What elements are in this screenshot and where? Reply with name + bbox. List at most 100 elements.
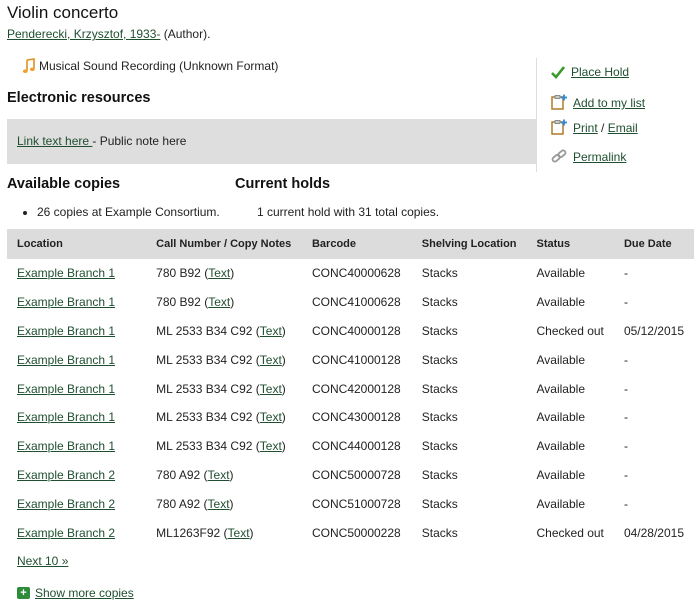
- row-barcode: CONC50000228: [311, 525, 401, 540]
- row-location: Example Branch 1: [7, 432, 146, 461]
- call-number: ML 2533 B34 C92: [156, 439, 253, 454]
- format-line: Musical Sound Recording (Unknown Format): [22, 58, 278, 74]
- table-row: Example Branch 2 780 A92 (Text) CONC510007…: [7, 489, 694, 518]
- table-row: Example Branch 2 ML1263F92 (Text) CONC5000…: [7, 518, 694, 547]
- record-title: Violin concerto: [7, 3, 119, 22]
- row-call-number: ML 2533 B34 C92 (Text): [156, 439, 286, 454]
- row-due-date: -: [623, 410, 628, 425]
- public-note: - Public note here: [92, 134, 187, 148]
- col-due-date: Due Date: [613, 229, 694, 259]
- table-row: Example Branch 1 ML 2533 B34 C92 (Text) CO…: [7, 345, 694, 374]
- location-link[interactable]: Example Branch 1: [17, 266, 115, 280]
- row-barcode: CONC41000628: [311, 295, 401, 310]
- row-call-number: ML 2533 B34 C92 (Text): [156, 352, 286, 367]
- row-status: Available: [536, 266, 585, 281]
- call-number: 780 A92: [156, 496, 201, 511]
- plus-icon: +: [17, 587, 30, 599]
- row-barcode: CONC51000728: [311, 496, 401, 511]
- col-barcode: Barcode: [301, 229, 412, 259]
- row-due-date: -: [623, 381, 628, 396]
- copy-notes-text-link[interactable]: Text: [260, 439, 282, 453]
- copies-table: Location Call Number / Copy Notes Barcod…: [7, 229, 694, 547]
- clipboard-add-icon: [551, 94, 567, 110]
- copy-notes-text-link[interactable]: Text: [260, 324, 282, 338]
- row-status: Available: [536, 496, 585, 511]
- copy-notes-text-link[interactable]: Text: [260, 353, 282, 367]
- location-link[interactable]: Example Branch 1: [17, 353, 115, 367]
- location-link[interactable]: Example Branch 2: [17, 468, 115, 482]
- row-due-date: -: [623, 439, 628, 454]
- print-email-separator: /: [597, 121, 608, 135]
- place-hold-action[interactable]: Place Hold: [551, 65, 629, 79]
- email-link[interactable]: Email: [608, 121, 638, 135]
- author-role: (Author).: [160, 27, 211, 41]
- row-shelving-location: Stacks: [421, 439, 458, 454]
- row-status: Available: [536, 295, 585, 310]
- copy-notes-text-link[interactable]: Text: [228, 526, 250, 540]
- add-to-list-action[interactable]: Add to my list: [551, 94, 645, 110]
- table-row: Example Branch 1 ML 2533 B34 C92 (Text) CO…: [7, 403, 694, 432]
- row-status: Available: [536, 410, 585, 425]
- row-barcode: CONC40000628: [311, 266, 401, 281]
- location-link[interactable]: Example Branch 1: [17, 439, 115, 453]
- row-shelving-location: Stacks: [421, 381, 458, 396]
- row-due-date: -: [623, 266, 628, 281]
- row-call-number: 780 A92 (Text): [156, 467, 234, 482]
- row-shelving-location: Stacks: [421, 352, 458, 367]
- copy-notes-text-link[interactable]: Text: [260, 382, 282, 396]
- holds-summary: 1 current hold with 31 total copies.: [257, 205, 440, 219]
- copies-table-header: Location Call Number / Copy Notes Barcod…: [7, 229, 694, 259]
- row-call-number: ML 2533 B34 C92 (Text): [156, 410, 286, 425]
- row-barcode: CONC44000128: [311, 439, 401, 454]
- col-location: Location: [7, 229, 147, 259]
- author-line: Penderecki, Krzysztof, 1933- (Author).: [7, 27, 210, 41]
- print-email-action: Print / Email: [551, 119, 638, 135]
- table-row: Example Branch 2 780 A92 (Text) CONC500007…: [7, 461, 694, 490]
- location-link[interactable]: Example Branch 1: [17, 410, 115, 424]
- table-row: Example Branch 1 780 B92 (Text) CONC410006…: [7, 288, 694, 317]
- row-due-date: 05/12/2015: [623, 323, 684, 338]
- row-barcode: CONC50000728: [311, 467, 401, 482]
- call-number: 780 A92: [156, 467, 201, 482]
- copy-notes-text-link[interactable]: Text: [208, 497, 230, 511]
- author-link[interactable]: Penderecki, Krzysztof, 1933-: [7, 27, 160, 41]
- copy-notes-text-link[interactable]: Text: [208, 295, 230, 309]
- print-link[interactable]: Print: [573, 121, 598, 135]
- row-due-date: -: [623, 295, 628, 310]
- copy-notes-text-link[interactable]: Text: [260, 410, 282, 424]
- row-location: Example Branch 2: [7, 461, 146, 490]
- row-status: Checked out: [536, 323, 604, 338]
- show-more-copies[interactable]: + Show more copies: [17, 586, 134, 600]
- table-row: Example Branch 1 ML 2533 B34 C92 (Text) CO…: [7, 374, 694, 403]
- call-number: ML 2533 B34 C92: [156, 381, 253, 396]
- copy-notes-text-link[interactable]: Text: [208, 468, 230, 482]
- location-link[interactable]: Example Branch 1: [17, 295, 115, 309]
- format-label: Musical Sound Recording (Unknown Format): [39, 59, 279, 73]
- permalink-action[interactable]: Permalink: [551, 149, 626, 164]
- row-due-date: -: [623, 467, 628, 482]
- location-link[interactable]: Example Branch 1: [17, 382, 115, 396]
- music-note-icon: [22, 58, 35, 73]
- place-hold-link[interactable]: Place Hold: [571, 65, 629, 79]
- row-location: Example Branch 2: [7, 489, 146, 518]
- row-call-number: 780 B92 (Text): [156, 295, 235, 310]
- row-barcode: CONC41000128: [311, 352, 401, 367]
- table-row: Example Branch 1 ML 2533 B34 C92 (Text) CO…: [7, 432, 694, 461]
- electronic-resource-link[interactable]: Link text here: [17, 134, 92, 148]
- availability-summary-list: 26 copies at Example Consortium.: [7, 205, 220, 219]
- row-call-number: 780 A92 (Text): [156, 496, 234, 511]
- add-to-list-link[interactable]: Add to my list: [573, 96, 645, 110]
- table-row: Example Branch 1 ML 2533 B34 C92 (Text) CO…: [7, 317, 694, 346]
- row-shelving-location: Stacks: [421, 467, 458, 482]
- location-link[interactable]: Example Branch 2: [17, 526, 115, 540]
- electronic-resource-box: Link text here - Public note here: [7, 119, 537, 164]
- permalink-link[interactable]: Permalink: [573, 150, 626, 164]
- next-page-link[interactable]: Next 10 »: [17, 554, 68, 568]
- col-call-number: Call Number / Copy Notes: [146, 229, 302, 259]
- col-status: Status: [526, 229, 614, 259]
- copy-notes-text-link[interactable]: Text: [208, 266, 230, 280]
- checkmark-icon: [551, 66, 565, 79]
- location-link[interactable]: Example Branch 2: [17, 497, 115, 511]
- location-link[interactable]: Example Branch 1: [17, 324, 115, 338]
- show-more-copies-link[interactable]: Show more copies: [35, 586, 134, 600]
